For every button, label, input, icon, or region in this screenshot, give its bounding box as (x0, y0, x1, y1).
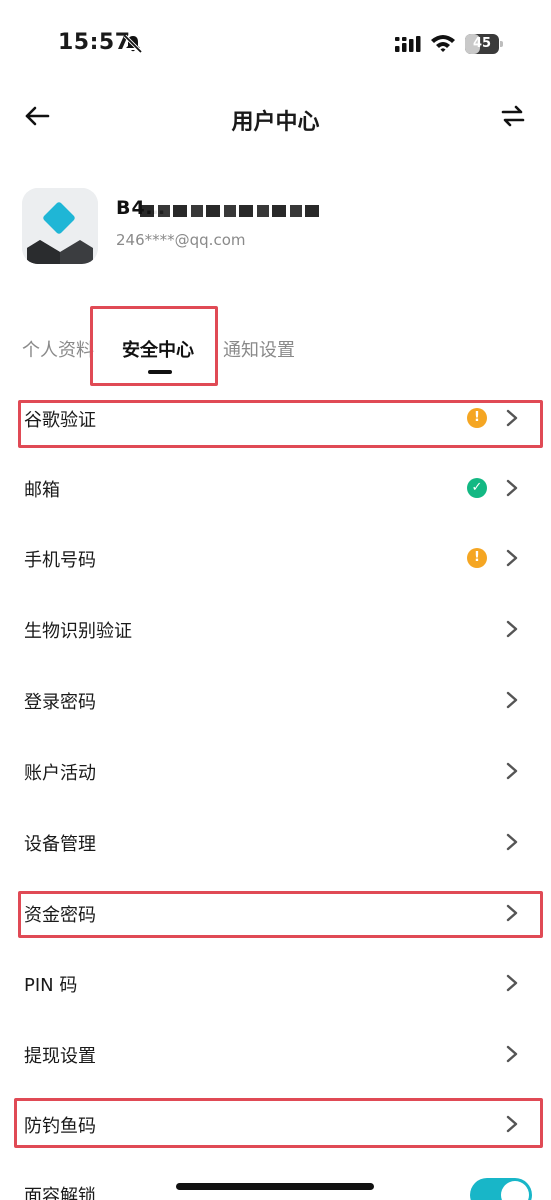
list-item-fund-password[interactable]: 资金密码 (0, 879, 551, 949)
list-item-label: 提现设置 (24, 1046, 96, 1067)
list-item-anti-phishing-code[interactable]: 防钓鱼码 (0, 1090, 551, 1160)
list-item-label: 账户活动 (24, 763, 96, 784)
warning-icon: ! (467, 548, 487, 568)
battery-tip (500, 41, 503, 47)
list-item-biometric[interactable]: 生物识别验证 (0, 595, 551, 665)
wifi-icon (430, 33, 456, 53)
list-item-phone[interactable]: 手机号码 ! (0, 524, 551, 594)
tab-notification-settings[interactable]: 通知设置 (223, 336, 295, 362)
chevron-right-icon (505, 833, 519, 851)
chevron-right-icon (505, 1115, 519, 1133)
list-item-label: 手机号码 (24, 550, 96, 571)
home-indicator (176, 1183, 374, 1190)
user-center-page: 15:57 45 用户中心 246****@qq.com 个人资料 安全中心 通… (0, 0, 551, 1200)
nav-bar: 用户中心 (0, 92, 551, 144)
chevron-right-icon (505, 1045, 519, 1063)
status-time: 15:57 (58, 30, 131, 55)
list-item-account-activity[interactable]: 账户活动 (0, 737, 551, 807)
list-item-login-password[interactable]: 登录密码 (0, 666, 551, 736)
bell-muted-icon (122, 33, 144, 55)
redacted-username-overlay (140, 205, 320, 217)
user-email: 246****@qq.com (116, 231, 246, 249)
cellular-signal-icon (395, 35, 421, 53)
chevron-right-icon (505, 974, 519, 992)
tab-personal-info[interactable]: 个人资料 (22, 336, 94, 362)
warning-icon: ! (467, 408, 487, 428)
list-item-label: 防钓鱼码 (24, 1116, 96, 1137)
list-item-email[interactable]: 邮箱 ✓ (0, 454, 551, 524)
list-item-label: 邮箱 (24, 480, 60, 501)
list-item-google-auth[interactable]: 谷歌验证 ! (0, 384, 551, 454)
list-item-face-unlock[interactable]: 面容解锁 (0, 1160, 551, 1200)
list-item-label: 设备管理 (24, 834, 96, 855)
swap-arrows-icon (501, 105, 525, 131)
battery-icon: 45 (465, 34, 503, 54)
list-item-label: 登录密码 (24, 692, 96, 713)
chevron-right-icon (505, 620, 519, 638)
list-item-label: 面容解锁 (24, 1186, 96, 1200)
active-tab-indicator (148, 370, 172, 374)
check-icon: ✓ (467, 478, 487, 498)
chevron-right-icon (505, 409, 519, 427)
chevron-right-icon (505, 691, 519, 709)
profile-tabs: 个人资料 安全中心 通知设置 (0, 330, 551, 380)
chevron-right-icon (505, 549, 519, 567)
switch-account-button[interactable] (497, 102, 529, 134)
chevron-right-icon (505, 904, 519, 922)
face-unlock-toggle[interactable] (470, 1178, 532, 1200)
list-item-pin-code[interactable]: PIN 码 (0, 949, 551, 1019)
avatar[interactable] (22, 188, 98, 264)
list-item-withdrawal-settings[interactable]: 提现设置 (0, 1020, 551, 1090)
tab-security-center[interactable]: 安全中心 (122, 336, 194, 362)
toggle-knob (501, 1181, 529, 1200)
list-item-label: 生物识别验证 (24, 621, 132, 642)
status-bar: 15:57 45 (0, 0, 551, 90)
list-item-label: 谷歌验证 (24, 410, 96, 431)
chevron-right-icon (505, 762, 519, 780)
list-item-label: PIN 码 (24, 975, 78, 996)
page-title: 用户中心 (231, 110, 320, 135)
list-item-label: 资金密码 (24, 905, 96, 926)
list-item-device-management[interactable]: 设备管理 (0, 808, 551, 878)
battery-level: 45 (472, 36, 492, 51)
chevron-right-icon (505, 479, 519, 497)
